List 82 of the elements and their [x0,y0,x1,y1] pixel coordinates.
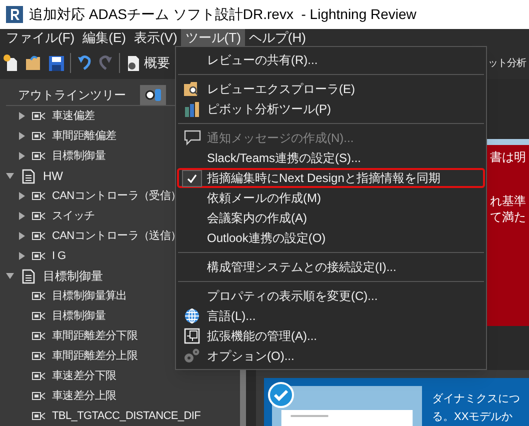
tree-item[interactable]: 車間距離偏差 [52,128,116,144]
menu-item[interactable]: 表示(V) [130,29,182,47]
menu-item[interactable]: ツール(T) [181,29,245,47]
component-icon [32,391,46,401]
tree-item[interactable]: 車速偏差 [52,108,95,124]
app-logo-icon [6,6,23,23]
alert-text: 書は明 [490,149,527,165]
tree-item[interactable]: 目標制御量算出 [52,288,127,304]
component-icon [32,211,46,221]
menu-entry[interactable]: レビューの共有(R)... [177,50,485,70]
expand-arrow-icon[interactable] [18,252,26,260]
menu-entry[interactable]: 指摘編集時にNext Designと指摘情報を同期 [177,168,485,188]
globe-icon [184,308,200,324]
overview-button[interactable]: 概要 [126,53,170,73]
card-text: ダイナミクスにつ [432,392,520,407]
toolbar-label[interactable]: ット分析 [488,56,526,70]
tree-item[interactable]: 車速差分下限 [52,368,116,384]
component-icon [32,411,46,421]
new-file-icon[interactable] [3,54,19,72]
window-title: 追加対応 ADASチーム ソフト設計DR.revx - Lightning Review [29,5,416,24]
expand-arrow-icon[interactable] [18,232,26,240]
panel-title: アウトラインツリー [18,87,126,104]
component-icon [32,151,46,161]
document-icon [22,268,35,284]
checkmark-icon [187,174,197,182]
menu-entry[interactable]: 会議案内の作成(A) [177,208,485,228]
tree-item[interactable]: 目標制御量 [52,308,106,324]
document-icon [22,168,35,184]
speech-bubble-icon [184,130,200,146]
extension-icon [184,328,200,344]
menu-entry[interactable]: ピボット分析ツール(P) [177,99,485,119]
tree-item[interactable]: スイッチ [52,208,95,224]
alert-text: れ基準 [490,193,527,209]
component-icon [32,111,46,121]
tree-item[interactable]: HW [43,167,63,185]
menu-entry[interactable]: レビューエクスプローラ(E) [177,79,485,99]
menu-entry[interactable]: 拡張機能の管理(A)... [177,326,485,346]
component-icon [32,131,46,141]
bar-chart-icon [184,101,200,117]
tree-item[interactable]: 目標制御量 [43,267,103,285]
tree-item[interactable]: 目標制御量 [52,148,106,164]
document-gear-icon [126,54,141,72]
component-icon [32,371,46,381]
menu-entry[interactable]: Slack/Teams連携の設定(S)... [177,148,485,168]
collapse-arrow-icon[interactable] [6,272,14,280]
alert-text: て満た [490,209,527,225]
component-icon [32,311,46,321]
component-icon [32,251,46,261]
tree-item[interactable]: 車間距離差分上限 [52,348,138,364]
expand-arrow-icon[interactable] [18,112,26,120]
redo-icon[interactable] [98,55,113,71]
checkmark-badge-icon [268,382,294,408]
menu-entry[interactable]: プロパティの表示順を変更(C)... [177,286,485,306]
collapse-arrow-icon[interactable] [6,172,14,180]
component-icon [32,331,46,341]
menu-item[interactable]: ヘルプ(H) [244,29,310,47]
menu-item[interactable]: ファイル(F) [2,29,79,47]
component-icon [32,351,46,361]
menu-entry[interactable]: 言語(L)... [177,306,485,326]
component-icon [32,191,46,201]
menu-entry[interactable]: オプション(O)... [177,346,485,366]
open-folder-icon[interactable] [25,55,43,71]
tree-item[interactable]: 車間距離差分下限 [52,328,138,344]
gears-icon [183,348,201,364]
folder-search-icon [183,81,201,97]
tree-item[interactable]: 車速差分上限 [52,388,116,404]
undo-icon[interactable] [77,55,92,71]
menu-entry[interactable]: 構成管理システムとの接続設定(I)... [177,257,485,277]
component-icon [32,291,46,301]
menu-entry[interactable]: Outlook連携の設定(O) [177,228,485,248]
tree-item[interactable]: I G [52,248,66,264]
tree-item[interactable]: TBL_TGTACC_DISTANCE_DIF [52,408,201,424]
save-icon[interactable] [49,56,64,70]
expand-arrow-icon[interactable] [18,132,26,140]
expand-arrow-icon[interactable] [18,152,26,160]
expand-arrow-icon[interactable] [18,192,26,200]
component-icon [32,231,46,241]
search-button[interactable] [140,85,166,105]
expand-arrow-icon[interactable] [18,212,26,220]
menu-entry[interactable]: 依頼メールの作成(M) [177,188,485,208]
menu-item[interactable]: 編集(E) [78,29,130,47]
card-text: る。XXモデルか [432,410,514,425]
